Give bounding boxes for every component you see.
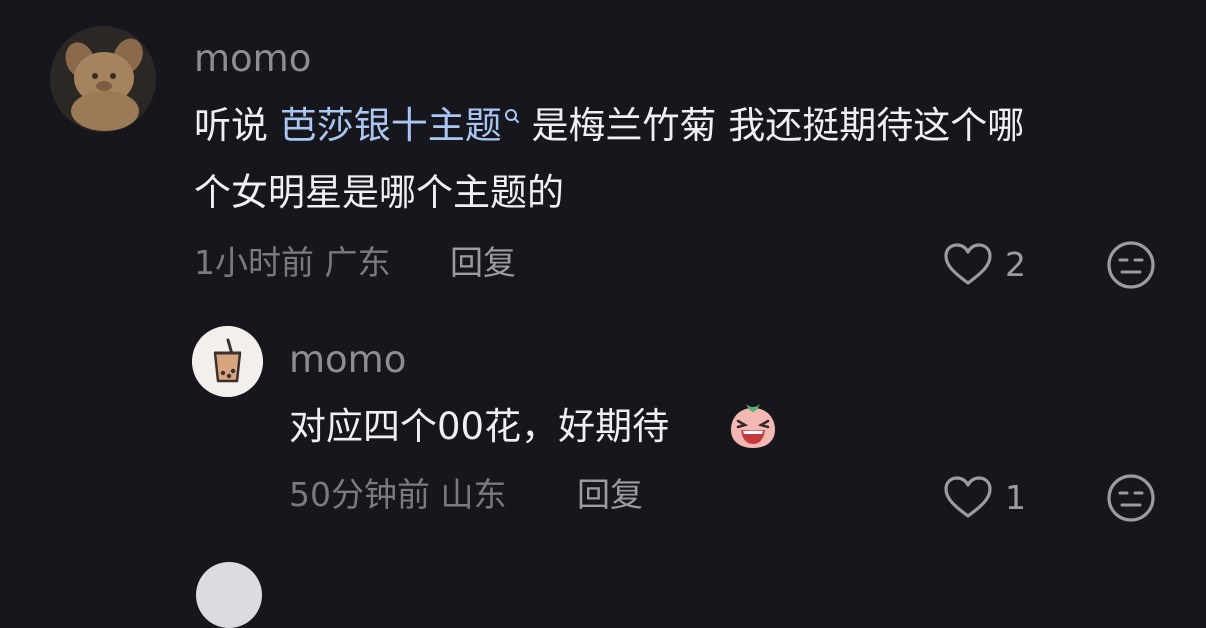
avatar[interactable] [50,26,156,132]
comment-text-line2: 个女明星是哪个主题的 [194,171,564,214]
comment-location: 广东 [324,243,391,282]
topic-link[interactable]: 芭莎银十主题 [280,104,520,147]
avatar[interactable] [196,562,262,628]
comment-meta: 50分钟前 山东 [289,478,507,511]
comment-text-prefix: 听说 [194,104,280,147]
comment-time: 1小时前 [194,243,314,282]
neutral-face-icon[interactable] [1106,473,1156,523]
search-icon [504,109,519,123]
comment-text-body: 对应四个00花，好期待 [289,405,670,448]
comment-text-suffix: 是梅兰竹菊 我还挺期待这个哪 [519,104,1025,147]
neutral-face-icon[interactable] [1106,240,1156,290]
comment-time: 50分钟前 [289,475,430,514]
reply-button[interactable]: 回复 [450,246,516,279]
comment-text: 听说 芭莎银十主题 是梅兰竹菊 我还挺期待这个哪 [194,96,1024,156]
topic-link-text: 芭莎银十主题 [279,104,502,147]
avatar[interactable] [192,326,263,397]
comment-text: 对应四个00花，好期待 [289,397,669,457]
heart-outline-icon[interactable] [943,242,993,286]
comment-username[interactable]: momo [289,341,406,378]
heart-outline-icon[interactable] [943,475,993,519]
like-count: 2 [1005,245,1026,284]
laughing-emoji-icon [731,404,775,448]
comment-username[interactable]: momo [194,40,311,77]
comment-location: 山东 [440,475,507,514]
comment-meta: 1小时前 广东 [194,246,391,279]
like-count: 1 [1005,478,1026,517]
reply-button[interactable]: 回复 [577,478,643,511]
